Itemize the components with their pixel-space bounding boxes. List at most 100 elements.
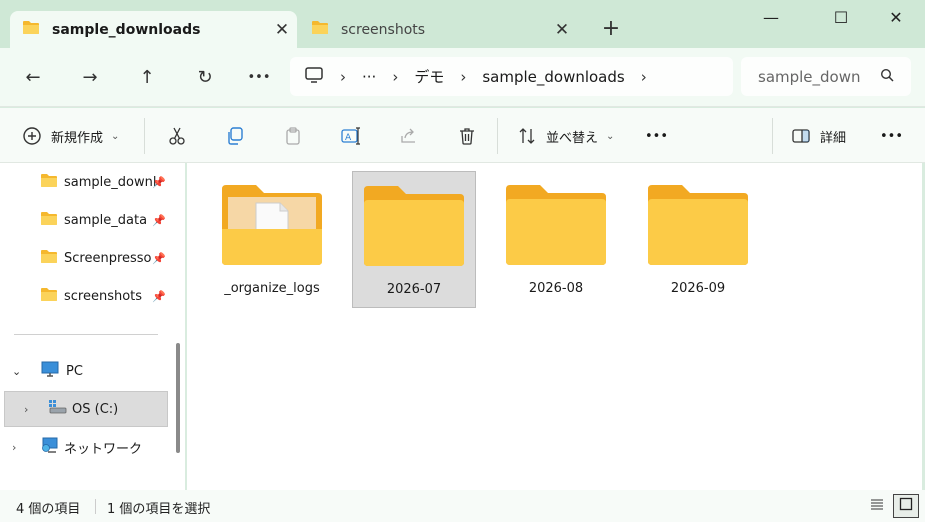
list-view-icon <box>870 498 884 514</box>
breadcrumb-separator[interactable]: › <box>460 68 466 86</box>
monitor-icon[interactable] <box>304 66 324 88</box>
details-label: 詳細 <box>820 130 847 146</box>
paste-button[interactable] <box>278 121 308 151</box>
folder-icon <box>40 211 58 230</box>
tab-sample-downloads[interactable]: sample_downloads ✕ <box>10 11 297 48</box>
svg-text:A: A <box>345 133 352 143</box>
sidebar-item-screenshots[interactable]: screenshots <box>40 281 142 311</box>
network-icon <box>40 436 60 458</box>
details-pane-icon <box>786 121 816 151</box>
new-button[interactable]: 新規作成 ⌄ <box>17 121 119 151</box>
status-bar: 4 個の項目 1 個の項目を選択 <box>0 490 925 522</box>
sidebar-item-os-c[interactable]: › OS (C:) <box>24 394 118 424</box>
folder-organize-logs[interactable]: _organize_logs <box>210 171 334 308</box>
clipboard-icon <box>278 121 308 151</box>
back-button[interactable]: ← <box>17 62 49 94</box>
tile-view-icon <box>899 497 913 515</box>
sidebar-item-pc[interactable]: ⌄ PC <box>12 356 83 386</box>
pin-icon[interactable]: 📌 <box>152 214 166 227</box>
folder-2026-09[interactable]: 2026-09 <box>636 171 760 308</box>
sidebar-item-sample-downloads[interactable]: sample_downl <box>40 167 156 197</box>
search-box[interactable] <box>741 57 911 96</box>
tab-screenshots[interactable]: screenshots ✕ <box>299 11 577 48</box>
pin-icon[interactable]: 📌 <box>152 252 166 265</box>
large-icons-view-button[interactable] <box>893 494 919 518</box>
pin-icon[interactable]: 📌 <box>152 176 166 189</box>
up-button[interactable]: ↑ <box>131 62 163 94</box>
tab-label: screenshots <box>341 21 426 38</box>
breadcrumb-separator[interactable]: › <box>340 68 346 86</box>
folder-2026-08[interactable]: 2026-08 <box>494 171 618 308</box>
breadcrumb-separator[interactable]: › <box>392 68 398 86</box>
sidebar-item-label: PC <box>66 363 83 379</box>
folder-icon <box>646 183 750 271</box>
close-window-button[interactable]: ✕ <box>873 3 919 33</box>
folder-icon <box>40 249 58 268</box>
sort-button[interactable]: 並べ替え ⌄ <box>512 121 614 151</box>
folder-icon <box>22 20 40 39</box>
cut-button[interactable] <box>162 121 192 151</box>
chevron-down-icon[interactable]: ⌄ <box>12 365 28 378</box>
chevron-right-icon[interactable]: › <box>12 441 28 454</box>
maximize-button[interactable]: ☐ <box>818 3 864 33</box>
see-more-button[interactable]: ••• <box>880 121 903 151</box>
forward-button[interactable]: → <box>74 62 106 94</box>
folder-icon <box>40 287 58 306</box>
sidebar-item-label: sample_downl <box>64 174 157 190</box>
drive-icon <box>48 399 68 419</box>
more-nav-button[interactable]: ••• <box>243 62 275 94</box>
folder-name: 2026-09 <box>670 281 726 296</box>
search-icon[interactable] <box>880 68 894 86</box>
breadcrumb-sample-downloads[interactable]: sample_downloads <box>482 68 624 86</box>
sidebar-item-label: screenshots <box>64 288 143 304</box>
copy-icon <box>220 121 250 151</box>
folder-with-file-icon <box>220 183 324 271</box>
pin-icon[interactable]: 📌 <box>152 290 166 303</box>
computer-icon <box>40 360 60 382</box>
title-bar: sample_downloads ✕ screenshots ✕ + — ☐ ✕ <box>0 0 925 48</box>
delete-button[interactable] <box>452 121 482 151</box>
new-tab-button[interactable]: + <box>596 14 626 44</box>
sidebar-item-sample-data[interactable]: sample_data <box>40 205 147 235</box>
folder-2026-07[interactable]: 2026-07 <box>352 171 476 308</box>
sidebar-item-screenpresso[interactable]: Screenpresso <box>40 243 152 273</box>
details-view-button[interactable] <box>864 494 890 518</box>
minimize-button[interactable]: — <box>748 3 794 33</box>
tab-close-button[interactable]: ✕ <box>267 20 297 40</box>
rename-button[interactable]: A <box>336 121 366 151</box>
plus-circle-icon <box>17 121 47 151</box>
folder-icon <box>40 173 58 192</box>
breadcrumb-separator[interactable]: › <box>641 68 647 86</box>
sidebar-divider <box>14 334 158 335</box>
command-bar: 新規作成 ⌄ A 並べ替え ⌄ ••• 詳細 ••• <box>0 108 925 163</box>
divider <box>95 499 96 514</box>
folder-name: _organize_logs <box>224 281 320 296</box>
divider <box>497 118 498 154</box>
sidebar-scrollbar[interactable] <box>176 343 180 453</box>
chevron-right-icon[interactable]: › <box>24 403 40 416</box>
folder-icon <box>362 184 466 272</box>
breadcrumb-demo[interactable]: デモ <box>414 66 444 87</box>
share-button[interactable] <box>394 121 424 151</box>
refresh-button[interactable]: ↻ <box>189 62 221 94</box>
breadcrumb-more[interactable]: ··· <box>362 68 376 86</box>
address-bar[interactable]: › ··· › デモ › sample_downloads › <box>290 57 733 96</box>
sidebar-item-network[interactable]: › ネットワーク <box>12 432 142 462</box>
tab-label: sample_downloads <box>52 21 201 38</box>
more-commands-button[interactable]: ••• <box>645 121 668 151</box>
item-count: 4 個の項目 <box>16 502 81 517</box>
search-input[interactable] <box>758 67 866 86</box>
copy-button[interactable] <box>220 121 250 151</box>
scissors-icon <box>162 121 192 151</box>
sidebar-item-label: Screenpresso <box>64 250 152 266</box>
details-button[interactable]: 詳細 <box>786 121 846 151</box>
folder-name: 2026-07 <box>386 282 442 297</box>
new-label: 新規作成 <box>51 130 104 146</box>
divider <box>144 118 145 154</box>
folder-icon <box>504 183 608 271</box>
file-list: _organize_logs 2026-07 2026-08 2026-09 <box>187 163 922 490</box>
share-icon <box>394 121 424 151</box>
navigation-pane: sample_downl 📌 sample_data 📌 Screenpress… <box>0 163 185 490</box>
tab-close-button[interactable]: ✕ <box>547 20 577 40</box>
chevron-down-icon: ⌄ <box>606 130 615 142</box>
